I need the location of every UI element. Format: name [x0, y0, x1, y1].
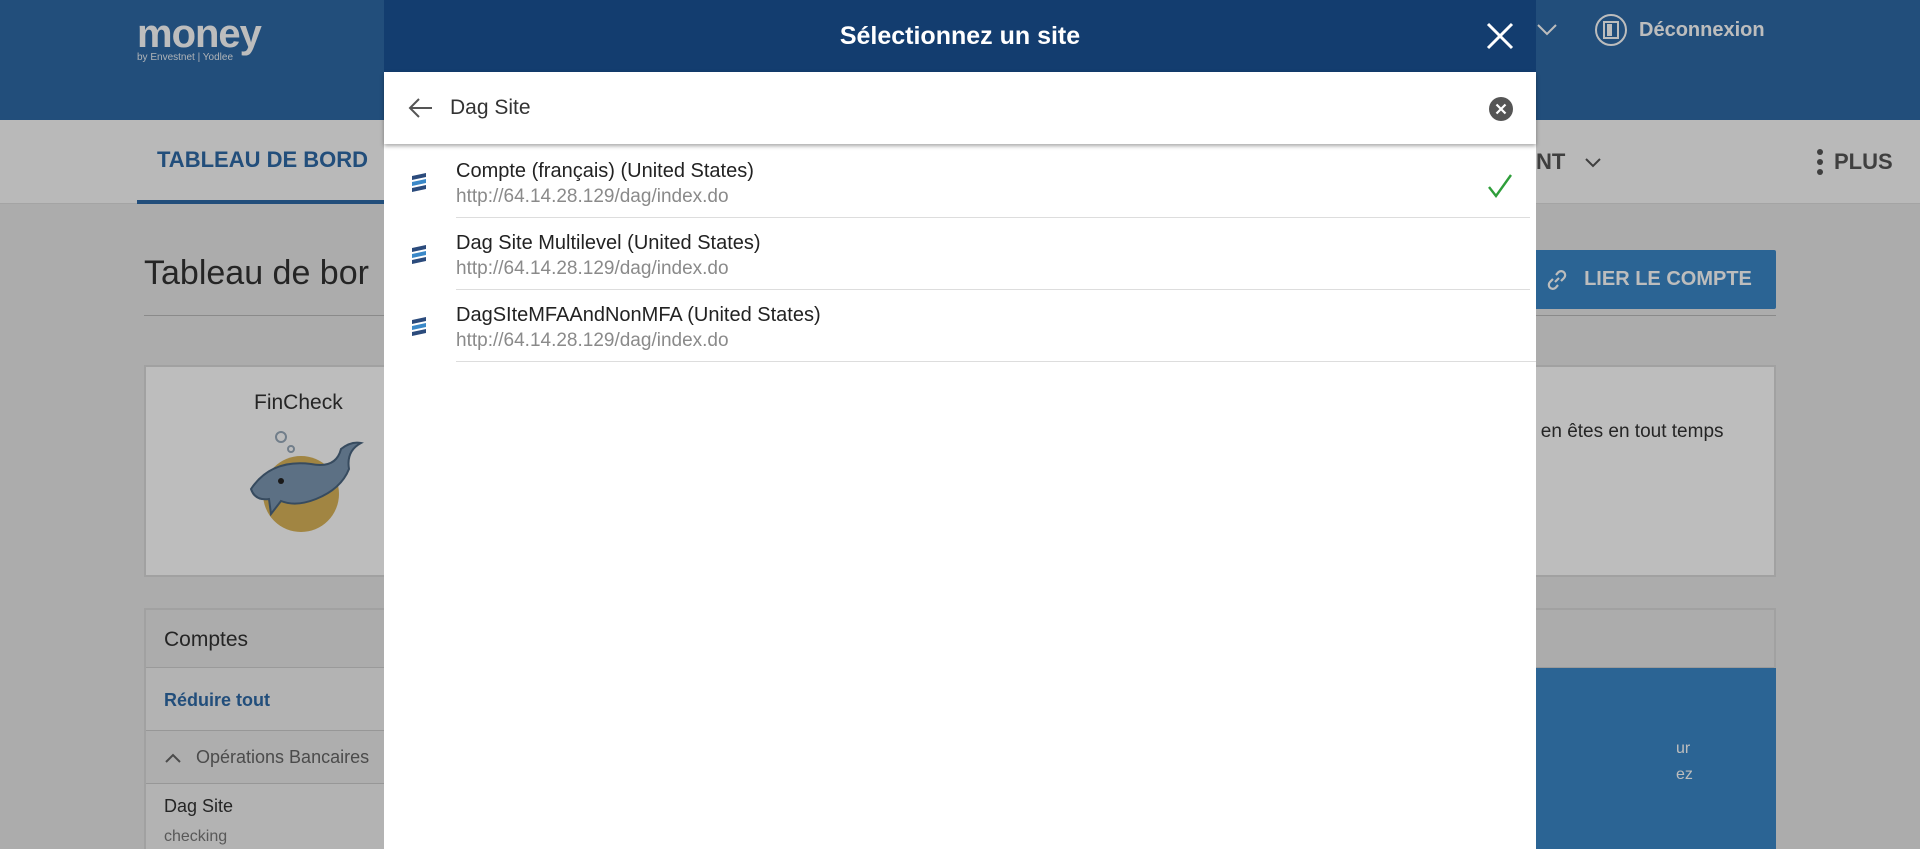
result-name: Dag Site Multilevel (United States) — [456, 232, 761, 254]
search-results-list: Compte (français) (United States) http://… — [384, 146, 1536, 362]
result-item[interactable]: Dag Site Multilevel (United States) http:… — [384, 218, 1536, 290]
close-icon[interactable] — [1482, 18, 1518, 54]
checkmark-icon — [1488, 174, 1512, 199]
result-url: http://64.14.28.129/dag/index.do — [456, 186, 729, 207]
result-item[interactable]: Compte (français) (United States) http://… — [384, 146, 1536, 218]
site-select-modal: Sélectionnez un site Compte (français) (… — [384, 0, 1536, 849]
site-logo-icon — [412, 245, 426, 264]
divider — [456, 361, 1536, 362]
result-url: http://64.14.28.129/dag/index.do — [456, 330, 729, 351]
back-arrow-icon[interactable] — [406, 96, 434, 120]
modal-title: Sélectionnez un site — [839, 22, 1081, 50]
site-logo-icon — [412, 317, 426, 336]
search-bar — [384, 72, 1536, 144]
search-input[interactable] — [450, 86, 1450, 130]
result-url: http://64.14.28.129/dag/index.do — [456, 258, 729, 279]
result-name: Compte (français) (United States) — [456, 160, 754, 182]
result-item[interactable]: DagSIteMFAAndNonMFA (United States) http:… — [384, 290, 1536, 362]
site-logo-icon — [412, 173, 426, 192]
clear-search-icon[interactable] — [1488, 96, 1514, 122]
modal-header: Sélectionnez un site — [384, 0, 1536, 72]
result-name: DagSIteMFAAndNonMFA (United States) — [456, 304, 821, 326]
